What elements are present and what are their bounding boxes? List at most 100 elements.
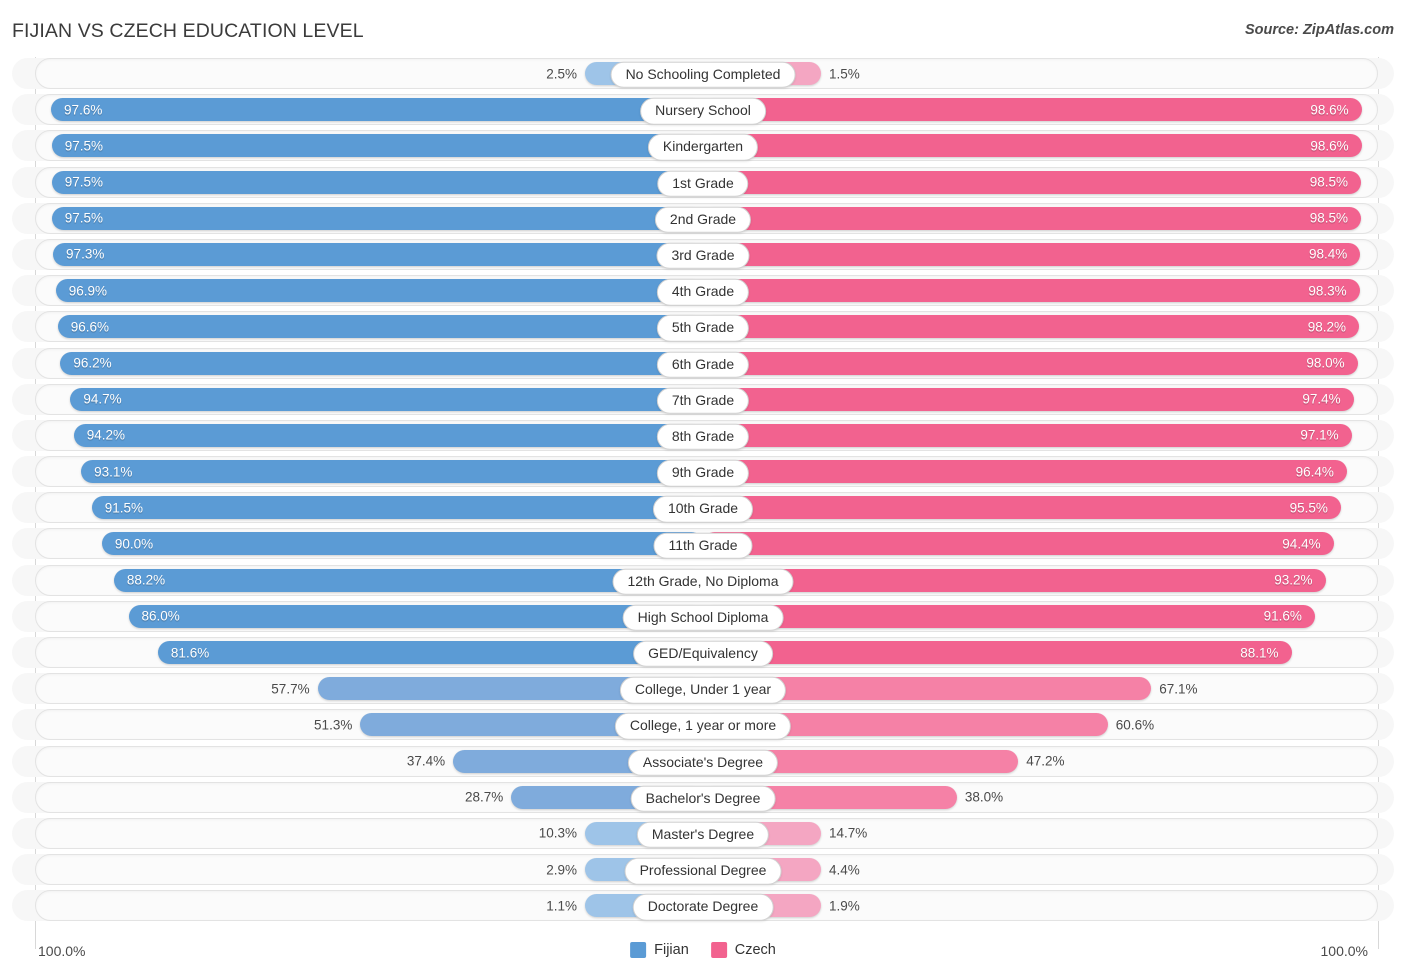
axis-max-label-right: 100.0% — [1320, 943, 1368, 959]
category-label[interactable]: Professional Degree — [624, 858, 782, 885]
category-label[interactable]: Master's Degree — [636, 821, 770, 849]
bar-value-label: 97.1% — [1300, 427, 1339, 443]
category-label[interactable]: 3rd Grade — [656, 242, 750, 270]
category-label[interactable]: Kindergarten — [647, 134, 759, 161]
category-label[interactable]: GED/Equivalency — [633, 640, 773, 668]
bar-value-label: 10.3% — [538, 825, 577, 841]
bar-value-label: 93.2% — [1274, 572, 1313, 588]
bar-value-label: 94.2% — [86, 427, 126, 443]
bar-value-label: 97.3% — [66, 246, 105, 262]
chart-footer: 100.0% 100.0% Fijian Czech — [0, 937, 1406, 975]
bar-row: 28.7% 38.0% Bachelor's Degree — [0, 781, 1406, 817]
bar-value-label: 96.2% — [73, 355, 112, 371]
category-label[interactable]: 6th Grade — [656, 351, 750, 378]
bar-row: 97.5% 98.5% 2nd Grade — [0, 202, 1406, 238]
chart-header: FIJIAN VS CZECH EDUCATION LEVEL Source: … — [0, 0, 1406, 55]
bar-row: 2.5% 1.5% No Schooling Completed — [0, 57, 1406, 93]
bar-czech[interactable]: 91.6% — [703, 604, 1315, 628]
category-label[interactable]: 2nd Grade — [654, 206, 752, 234]
bar-czech[interactable]: 98.5% — [703, 206, 1361, 230]
legend-item-fijian[interactable]: Fijian — [630, 942, 689, 958]
bar-czech[interactable]: 88.1% — [703, 641, 1292, 664]
bar-czech[interactable]: 97.1% — [703, 423, 1352, 447]
bar-value-label: 91.6% — [1263, 608, 1302, 624]
category-label[interactable]: 4th Grade — [656, 279, 750, 306]
category-label[interactable]: 1st Grade — [657, 170, 749, 197]
category-label[interactable]: Associate's Degree — [627, 749, 779, 776]
bar-value-label: 47.2% — [1026, 753, 1065, 769]
bar-fijian[interactable]: 93.1% — [81, 460, 703, 484]
category-label[interactable]: Nursery School — [640, 98, 766, 125]
bar-row: 88.2% 93.2% 12th Grade, No Diploma — [0, 564, 1406, 600]
category-label[interactable]: 10th Grade — [652, 496, 754, 523]
bar-value-label: 14.7% — [829, 825, 868, 841]
bar-value-label: 1.5% — [829, 65, 860, 81]
bar-czech[interactable]: 98.3% — [703, 279, 1360, 303]
legend-item-czech[interactable]: Czech — [710, 942, 776, 958]
bar-czech[interactable]: 98.6% — [703, 134, 1362, 158]
bar-value-label: 1.9% — [829, 898, 860, 914]
category-label[interactable]: Doctorate Degree — [632, 894, 774, 921]
bar-fijian[interactable]: 86.0% — [128, 604, 703, 628]
bar-row: 81.6% 88.1% GED/Equivalency — [0, 636, 1406, 672]
bar-value-label: 98.2% — [1307, 319, 1346, 335]
category-label[interactable]: College, Under 1 year — [619, 677, 787, 704]
bar-row: 97.5% 98.6% Kindergarten — [0, 129, 1406, 165]
bar-row: 51.3% 60.6% College, 1 year or more — [0, 708, 1406, 744]
bar-value-label: 98.5% — [1309, 174, 1348, 190]
bar-value-label: 95.5% — [1289, 500, 1328, 515]
bar-fijian[interactable]: 97.3% — [53, 242, 703, 266]
bar-fijian[interactable]: 96.9% — [55, 279, 703, 303]
bar-value-label: 98.6% — [1310, 101, 1349, 117]
bar-value-label: 1.1% — [546, 898, 577, 914]
bar-fijian[interactable]: 97.5% — [51, 134, 703, 158]
bar-value-label: 98.5% — [1309, 210, 1348, 226]
bar-value-label: 94.7% — [83, 391, 122, 407]
category-label[interactable]: 8th Grade — [656, 423, 750, 451]
bar-czech[interactable]: 97.4% — [703, 387, 1354, 411]
bar-fijian[interactable]: 97.5% — [51, 170, 703, 194]
bar-row: 97.3% 98.4% 3rd Grade — [0, 238, 1406, 274]
source-attribution: Source: ZipAtlas.com — [1244, 22, 1394, 38]
bar-fijian[interactable]: 96.6% — [57, 315, 703, 339]
bar-rows-container: 2.5% 1.5% No Schooling Completed 97.6% 98.6%… — [0, 57, 1406, 926]
bar-czech[interactable]: 95.5% — [703, 496, 1341, 520]
bar-fijian[interactable]: 97.5% — [51, 206, 703, 230]
bar-fijian[interactable]: 91.5% — [91, 496, 703, 520]
bar-row: 94.7% 97.4% 7th Grade — [0, 383, 1406, 419]
bar-czech[interactable]: 96.4% — [703, 460, 1347, 484]
category-label[interactable]: 7th Grade — [656, 387, 750, 414]
category-label[interactable]: High School Diploma — [622, 604, 784, 632]
category-label[interactable]: No Schooling Completed — [610, 61, 796, 89]
bar-row: 96.9% 98.3% 4th Grade — [0, 274, 1406, 310]
category-label[interactable]: 12th Grade, No Diploma — [612, 568, 794, 595]
bar-value-label: 88.1% — [1240, 644, 1279, 660]
bar-fijian[interactable]: 94.7% — [70, 387, 703, 411]
bar-value-label: 81.6% — [170, 644, 210, 660]
bar-czech[interactable]: 98.0% — [703, 351, 1358, 375]
category-label[interactable]: 9th Grade — [656, 459, 750, 487]
bar-czech[interactable]: 98.6% — [703, 98, 1362, 122]
legend-label: Fijian — [654, 942, 689, 958]
bar-value-label: 28.7% — [465, 789, 504, 805]
bar-czech[interactable]: 98.5% — [703, 170, 1361, 194]
bar-value-label: 96.4% — [1295, 463, 1334, 479]
category-label[interactable]: 5th Grade — [656, 315, 750, 342]
bar-czech[interactable]: 94.4% — [703, 532, 1334, 556]
category-label[interactable]: College, 1 year or more — [614, 713, 792, 740]
bar-value-label: 90.0% — [114, 536, 154, 552]
bar-czech[interactable]: 98.2% — [703, 315, 1359, 339]
bar-fijian[interactable]: 96.2% — [60, 351, 703, 375]
category-label[interactable]: Bachelor's Degree — [630, 785, 776, 813]
bar-fijian[interactable]: 81.6% — [157, 641, 703, 664]
bar-fijian[interactable]: 94.2% — [73, 423, 703, 447]
bar-value-label: 96.9% — [68, 282, 107, 298]
bar-czech[interactable]: 93.2% — [703, 568, 1326, 592]
plot-area: 2.5% 1.5% No Schooling Completed 97.6% 98.6%… — [0, 57, 1406, 937]
bar-czech[interactable]: 98.4% — [703, 242, 1361, 266]
page-title: FIJIAN VS CZECH EDUCATION LEVEL — [12, 20, 364, 42]
bar-fijian[interactable]: 97.6% — [51, 98, 703, 122]
bar-fijian[interactable]: 90.0% — [101, 532, 703, 556]
bar-value-label: 93.1% — [94, 463, 133, 479]
category-label[interactable]: 11th Grade — [653, 532, 753, 559]
